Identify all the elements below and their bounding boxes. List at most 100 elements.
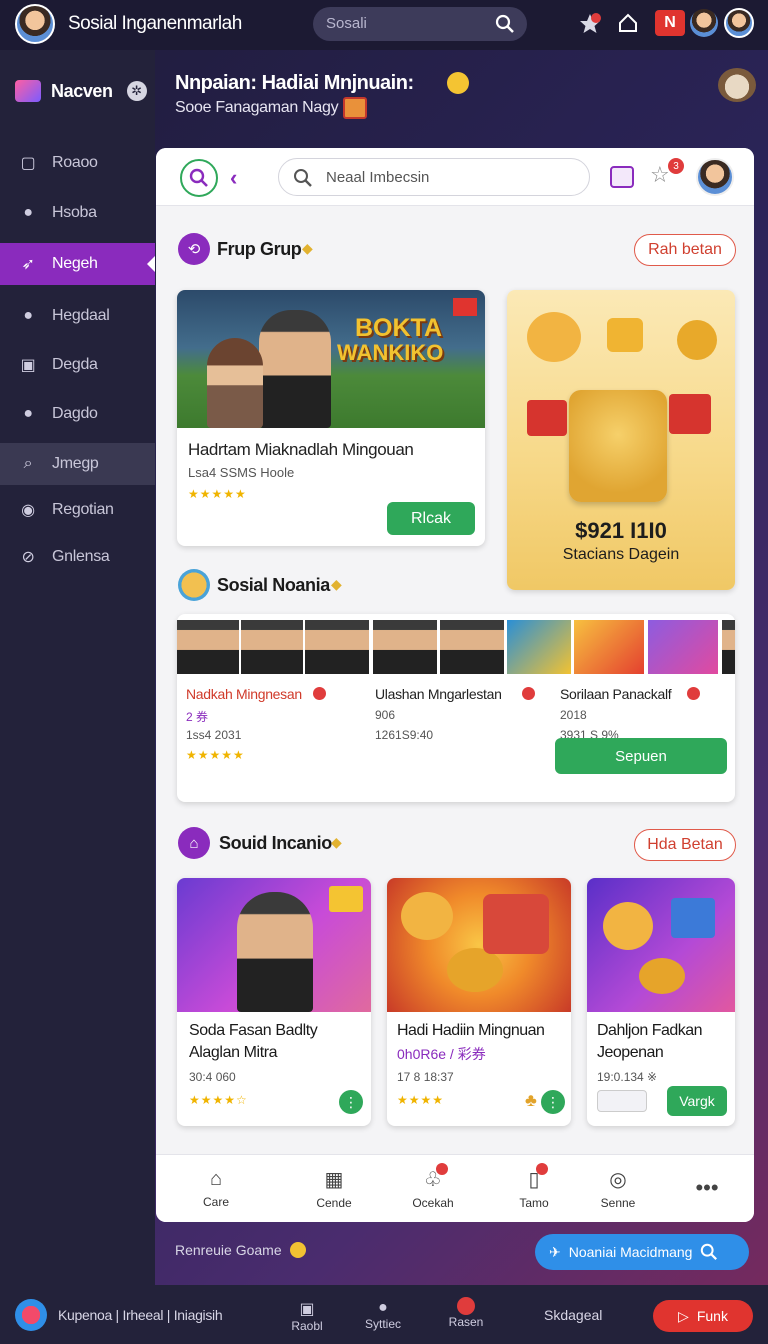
list-item-name[interactable]: Sorilaan Panackalf [560,686,672,702]
bottom-right-text[interactable]: Skdageal [544,1307,602,1323]
verified-icon [313,687,326,700]
hero-subtitle: Sooe Fanagaman Nagy [175,99,339,116]
nav-label: Cende [316,1195,352,1210]
panel-avatar[interactable] [696,158,734,196]
footer-text: Renreuie Goame [175,1242,282,1258]
gift-thumb[interactable] [574,620,644,674]
hero-emoji-icon [447,72,469,94]
back-chevron-icon[interactable]: ‹ [230,165,237,191]
search-icon[interactable] [495,14,515,34]
rating-stars: ★★★★ [397,1093,445,1107]
sidebar-item-regotian[interactable]: ◉ Regotian [0,489,155,531]
sidebar-item-label: Dagdo [52,405,98,422]
bottom-bar: Kupenoa | Irheeal | Iniagisih ▣ Raobl ● Sy… [0,1285,768,1344]
user-avatar[interactable] [724,8,754,38]
wallet-icon[interactable] [610,166,634,188]
explore-button[interactable] [180,159,218,197]
user-icon: ● [23,405,33,422]
sidebar-item-roaoo[interactable]: ▢ Roaoo [0,142,155,184]
smile-icon [290,1242,306,1258]
person-image [237,892,313,1012]
promo-card[interactable]: $921 I1I0 Stacians Dagein [507,290,735,590]
person-thumb[interactable] [722,620,735,674]
content-card[interactable]: Hadi Hadiin Mingnuan 0h0R6e / 彩券 17 8 18… [387,878,571,1126]
bottom-label: Syttiec [364,1317,401,1331]
list-item-line2: 1261S9:40 [375,728,434,742]
person-thumb[interactable] [373,620,437,674]
cta-button[interactable]: ▷ Funk [653,1300,753,1332]
search-placeholder: Sosali [326,15,367,32]
target-icon: ◎ [609,1168,627,1191]
person-thumb[interactable] [241,620,303,674]
profile-avatar[interactable] [15,4,55,44]
coins-image [639,958,685,994]
nav-senne[interactable]: ◎ Senne [573,1155,663,1221]
sidebar-item-jmegp[interactable]: ⌕ Jmegp [0,443,155,485]
sidebar-item-gnlensa[interactable]: ⊘ Gnlensa [0,536,155,578]
sidebar-item-hegdaal[interactable]: ● Hegdaal [0,295,155,337]
verified-icon [522,687,535,700]
list-item-line1: 906 [375,708,396,722]
star-notification-icon[interactable] [578,12,602,36]
more-dots-icon[interactable]: ⋮ [339,1090,363,1114]
diamond-badge-icon: ◆ [331,576,342,592]
nav-tamo[interactable]: ▯ Tamo [489,1155,579,1221]
sidebar-item-dagdo[interactable]: ● Dagdo [0,393,155,435]
sidebar-brand[interactable]: Nacven ✲ [15,76,155,106]
tablet-thumb[interactable] [507,620,571,674]
bottom-item-raobl[interactable]: ▣ Raobl [285,1299,329,1341]
featured-title: Hadrtam Miaknadlah Mingouan [188,440,414,459]
section1-more-button[interactable]: Rah betan [634,234,736,266]
footer-links[interactable]: Kupenoa | Irheeal | Iniagisih [58,1307,223,1323]
list-item-name[interactable]: Ulashan Mngarlestan [375,686,502,702]
social-action-button[interactable]: Sepuen [555,738,727,774]
bottom-item-rasen[interactable]: Rasen [444,1297,488,1341]
top-search-input[interactable]: Sosali [313,7,527,41]
nav-care[interactable]: ⌂ Care [171,1155,261,1221]
list-item-line1: 2 券 [186,710,209,724]
content-card[interactable]: Soda Fasan Badlty Alaglan Mitra 30:4 060… [177,878,371,1126]
mascot-icon[interactable] [718,68,756,102]
bottom-item-syttiec[interactable]: ● Syttiec [356,1299,410,1341]
friend-avatar[interactable] [690,9,718,37]
panel-header: ‹ Neaal Imbecsin ☆ 3 [156,148,754,206]
section1-title: Frup Grup [217,239,302,259]
card-image [387,878,571,1012]
cta-label: Funk [696,1308,728,1324]
more-dots-icon[interactable]: ⋮ [541,1090,565,1114]
featured-card[interactable]: BOKTA WANKIKO Hadrtam Miaknadlah Mingoua… [177,290,485,546]
play-icon [329,886,363,912]
content-card[interactable]: Dahljon Fadkan Jeopenan 19:0.134 ※ Vargk [587,878,735,1126]
featured-action-button[interactable]: Rlcak [387,502,475,535]
sidebar-item-negeh[interactable]: ➶ Negeh [0,243,155,285]
sidebar-item-hsoba[interactable]: ● Hsoba [0,192,155,234]
list-item-name[interactable]: Nadkah Mingnesan [186,686,302,702]
sidebar-item-degda[interactable]: ▣ Degda [0,344,155,386]
section3-more-button[interactable]: Hda Betan [634,829,736,861]
person-thumb[interactable] [305,620,369,674]
bottom-label: Rasen [448,1315,484,1329]
card-action-button[interactable]: Vargk [667,1086,727,1116]
play-thumb[interactable] [648,620,718,674]
person-thumb[interactable] [440,620,504,674]
brand-badge[interactable]: N [655,10,685,36]
banner-text-1: BOKTA [355,314,443,342]
person-thumb[interactable] [177,620,239,674]
panel-search-input[interactable]: Neaal Imbecsin [278,158,590,196]
nav-ocekah[interactable]: ♧ Ocekah [388,1155,478,1221]
card-meta: 30:4 060 [189,1070,236,1084]
ticket-image [483,894,549,954]
grid-icon: ▣ [299,1301,315,1318]
banner-text-2: WANKIKO [337,340,444,365]
sidebar-item-label: Roaoo [52,154,98,171]
mascot-image [569,390,667,502]
app-title: Sosial Inganenmarlah [68,13,242,34]
nav-cende[interactable]: ▦ Cende [289,1155,379,1221]
bear-image [527,312,581,362]
settings-icon[interactable]: ✲ [126,81,147,101]
nav-more[interactable]: ••• [662,1155,752,1221]
footer-search-button[interactable]: ✈ Noaniai Macidmang [535,1234,749,1270]
star-icon[interactable]: ☆ [650,162,670,188]
home-icon[interactable] [617,12,639,34]
rocket-logo-icon[interactable] [15,1299,47,1331]
